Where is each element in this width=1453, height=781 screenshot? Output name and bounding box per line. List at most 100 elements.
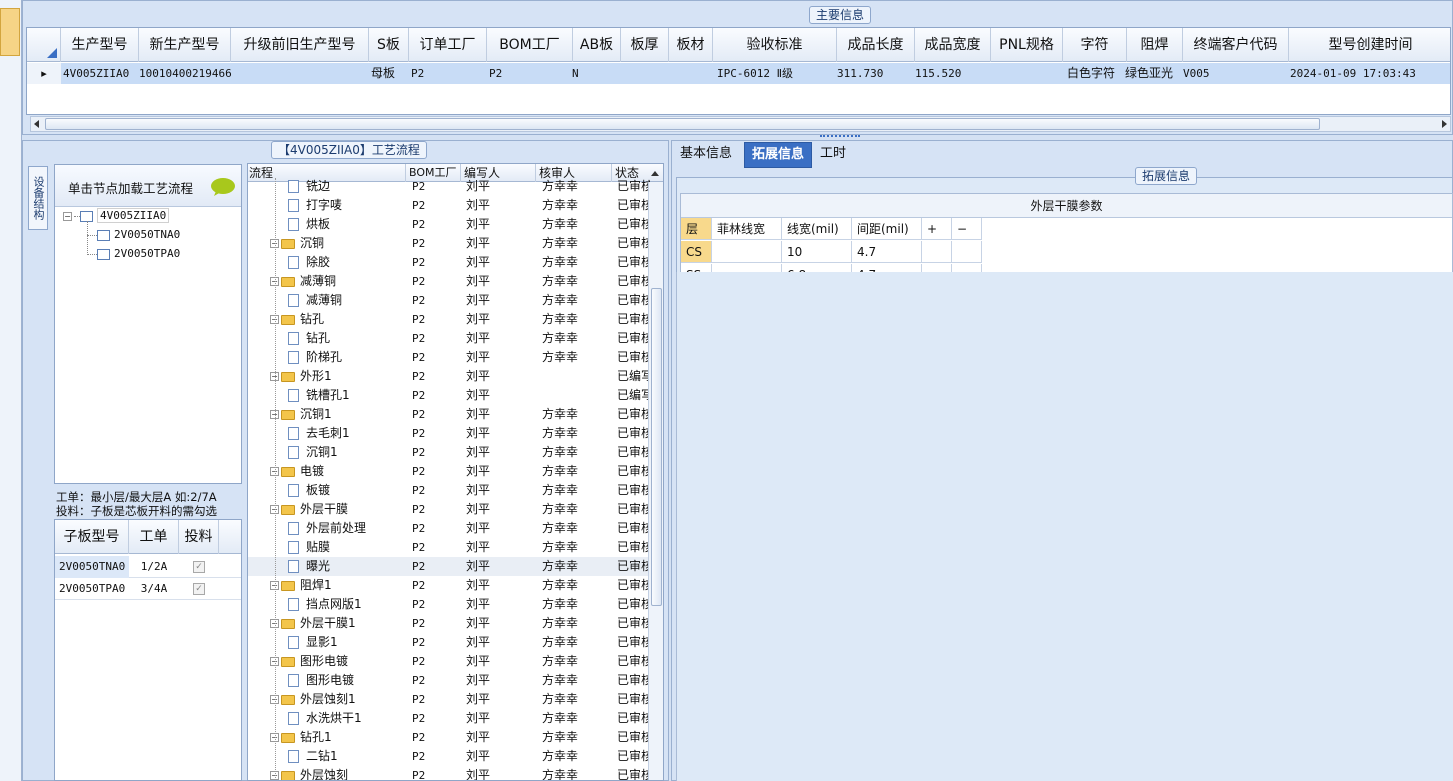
- process-step-row[interactable]: 曝光 P2 刘平 方幸幸 已审核: [248, 557, 650, 576]
- cell[interactable]: [621, 63, 669, 84]
- process-step-row[interactable]: 烘板 P2 刘平 方幸幸 已审核: [248, 215, 650, 234]
- cell[interactable]: IPC-6012 Ⅱ级: [717, 63, 837, 84]
- table-row[interactable]: 2V0050TNA0 1/2A ✓: [55, 556, 241, 578]
- col-header[interactable]: 投料: [179, 520, 219, 554]
- col-header[interactable]: 成品长度: [837, 28, 915, 62]
- cell[interactable]: P2: [411, 63, 487, 84]
- remove-column-button[interactable]: −: [952, 218, 982, 240]
- cell[interactable]: [922, 241, 952, 263]
- cell[interactable]: 绿色亚光: [1125, 63, 1183, 84]
- col-header[interactable]: 间距(mil): [852, 218, 922, 240]
- process-step-row[interactable]: 铣边 P2 刘平 方幸幸 已审核: [248, 177, 650, 196]
- process-group-row[interactable]: − 图形电镀 P2 刘平 方幸幸 已审核: [248, 652, 650, 671]
- col-header[interactable]: 阻焊: [1127, 28, 1183, 62]
- process-step-row[interactable]: 减薄铜 P2 刘平 方幸幸 已审核: [248, 291, 650, 310]
- col-header[interactable]: 新生产型号: [139, 28, 231, 62]
- process-group-row[interactable]: − 沉铜 P2 刘平 方幸幸 已审核: [248, 234, 650, 253]
- col-header[interactable]: S板: [369, 28, 409, 62]
- process-step-row[interactable]: 水洗烘干1 P2 刘平 方幸幸 已审核: [248, 709, 650, 728]
- process-step-row[interactable]: 显影1 P2 刘平 方幸幸 已审核: [248, 633, 650, 652]
- process-step-row[interactable]: 沉铜1 P2 刘平 方幸幸 已审核: [248, 443, 650, 462]
- col-header[interactable]: 终端客户代码: [1183, 28, 1289, 62]
- col-header[interactable]: 层: [681, 218, 712, 240]
- cell[interactable]: V005: [1183, 63, 1289, 84]
- tab-extended-info[interactable]: 拓展信息: [744, 142, 813, 168]
- process-group-row[interactable]: − 外层干膜1 P2 刘平 方幸幸 已审核: [248, 614, 650, 633]
- cell[interactable]: 10: [782, 241, 852, 263]
- scroll-right-arrow-icon[interactable]: [1440, 119, 1448, 129]
- cell[interactable]: 2024-01-09 17:03:43: [1290, 63, 1450, 84]
- process-step-row[interactable]: 外层前处理 P2 刘平 方幸幸 已审核: [248, 519, 650, 538]
- process-group-row[interactable]: − 外层蚀刻 P2 刘平 方幸幸 已审核: [248, 766, 650, 780]
- process-group-row[interactable]: − 阻焊1 P2 刘平 方幸幸 已审核: [248, 576, 650, 595]
- col-header[interactable]: BOM工厂: [487, 28, 573, 62]
- collapse-icon[interactable]: −: [63, 211, 72, 221]
- cell[interactable]: 母板: [371, 63, 409, 84]
- cell[interactable]: 3/4A: [129, 578, 179, 600]
- vertical-tab-structure[interactable]: 设备结构: [28, 166, 48, 230]
- col-header[interactable]: 验收标准: [713, 28, 837, 62]
- process-step-row[interactable]: 图形电镀 P2 刘平 方幸幸 已审核: [248, 671, 650, 690]
- process-group-row[interactable]: − 沉铜1 P2 刘平 方幸幸 已审核: [248, 405, 650, 424]
- process-group-row[interactable]: − 外形1 P2 刘平 已编写: [248, 367, 650, 386]
- col-header[interactable]: 型号创建时间: [1289, 28, 1450, 62]
- cell[interactable]: 311.730: [837, 63, 915, 84]
- collapsed-side-tab[interactable]: [0, 8, 20, 56]
- process-group-row[interactable]: − 减薄铜 P2 刘平 方幸幸 已审核: [248, 272, 650, 291]
- col-header[interactable]: 生产型号: [61, 28, 139, 62]
- cell[interactable]: 2V0050TPA0: [55, 578, 129, 600]
- cell[interactable]: 4.7: [852, 241, 922, 263]
- table-row[interactable]: ▸ 4V005ZIIA0 10010400219466 母板 P2 P2 N I…: [27, 63, 1450, 84]
- layer-cell[interactable]: CS: [681, 241, 712, 263]
- feed-checkbox[interactable]: ✓: [179, 556, 219, 578]
- process-step-row[interactable]: 铣槽孔1 P2 刘平 已编写: [248, 386, 650, 405]
- col-header[interactable]: 订单工厂: [409, 28, 487, 62]
- process-group-row[interactable]: − 外层蚀刻1 P2 刘平 方幸幸 已审核: [248, 690, 650, 709]
- col-header[interactable]: 线宽(mil): [782, 218, 852, 240]
- process-group-row[interactable]: − 电镀 P2 刘平 方幸幸 已审核: [248, 462, 650, 481]
- process-group-row[interactable]: − 外层干膜 P2 刘平 方幸幸 已审核: [248, 500, 650, 519]
- col-header[interactable]: 板材: [669, 28, 713, 62]
- cell[interactable]: [712, 241, 782, 263]
- vertical-scrollbar[interactable]: [648, 182, 663, 780]
- main-info-grid[interactable]: 生产型号 新生产型号 升级前旧生产型号 S板 订单工厂 BOM工厂 AB板 板厚…: [26, 27, 1451, 115]
- cell[interactable]: 4V005ZIIA0: [63, 63, 139, 84]
- cell[interactable]: 2V0050TNA0: [55, 556, 129, 578]
- add-column-button[interactable]: +: [922, 218, 952, 240]
- col-header[interactable]: 板厚: [621, 28, 669, 62]
- col-header[interactable]: 菲林线宽: [712, 218, 782, 240]
- col-header[interactable]: PNL规格: [991, 28, 1063, 62]
- sub-board-grid[interactable]: 子板型号 工单 投料 2V0050TNA0 1/2A ✓ 2V0050TPA0 …: [54, 519, 242, 781]
- splitter-grip[interactable]: [820, 135, 860, 139]
- process-step-row[interactable]: 去毛刺1 P2 刘平 方幸幸 已审核: [248, 424, 650, 443]
- scrollbar-thumb[interactable]: [45, 118, 1320, 130]
- process-step-row[interactable]: 贴膜 P2 刘平 方幸幸 已审核: [248, 538, 650, 557]
- cell[interactable]: 1/2A: [129, 556, 179, 578]
- tree-child-node[interactable]: 2V0050TNA0: [87, 226, 180, 244]
- tab-basic-info[interactable]: 基本信息: [673, 142, 739, 168]
- process-group-row[interactable]: − 钻孔1 P2 刘平 方幸幸 已审核: [248, 728, 650, 747]
- process-group-row[interactable]: − 钻孔 P2 刘平 方幸幸 已审核: [248, 310, 650, 329]
- cell[interactable]: N: [572, 63, 620, 84]
- col-header[interactable]: 子板型号: [55, 520, 129, 554]
- scroll-up-arrow-icon[interactable]: [650, 169, 660, 177]
- tree-child-node[interactable]: 2V0050TPA0: [87, 245, 180, 263]
- process-step-row[interactable]: 挡点网版1 P2 刘平 方幸幸 已审核: [248, 595, 650, 614]
- tab-work-hours[interactable]: 工时: [813, 142, 853, 168]
- tree-root-node[interactable]: −4V005ZIIA0: [63, 207, 170, 225]
- col-header[interactable]: 字符: [1063, 28, 1127, 62]
- cell[interactable]: 白色字符: [1067, 63, 1127, 84]
- process-step-row[interactable]: 打字唛 P2 刘平 方幸幸 已审核: [248, 196, 650, 215]
- scrollbar-thumb[interactable]: [651, 288, 662, 606]
- col-header[interactable]: 升级前旧生产型号: [231, 28, 369, 62]
- cell[interactable]: [231, 63, 369, 84]
- cell[interactable]: 10010400219466: [139, 63, 231, 84]
- col-header[interactable]: AB板: [573, 28, 621, 62]
- process-step-row[interactable]: 板镀 P2 刘平 方幸幸 已审核: [248, 481, 650, 500]
- cell[interactable]: [669, 63, 713, 84]
- horizontal-scrollbar[interactable]: [30, 116, 1451, 132]
- process-step-row[interactable]: 钻孔 P2 刘平 方幸幸 已审核: [248, 329, 650, 348]
- process-flow-grid[interactable]: 流程 BOM工厂 编写人 核审人 状态 铣边 P2 刘平 方幸幸 已审核 打字唛 P2 刘平方…: [247, 163, 664, 781]
- process-step-row[interactable]: 二钻1 P2 刘平 方幸幸 已审核: [248, 747, 650, 766]
- cell[interactable]: [952, 241, 982, 263]
